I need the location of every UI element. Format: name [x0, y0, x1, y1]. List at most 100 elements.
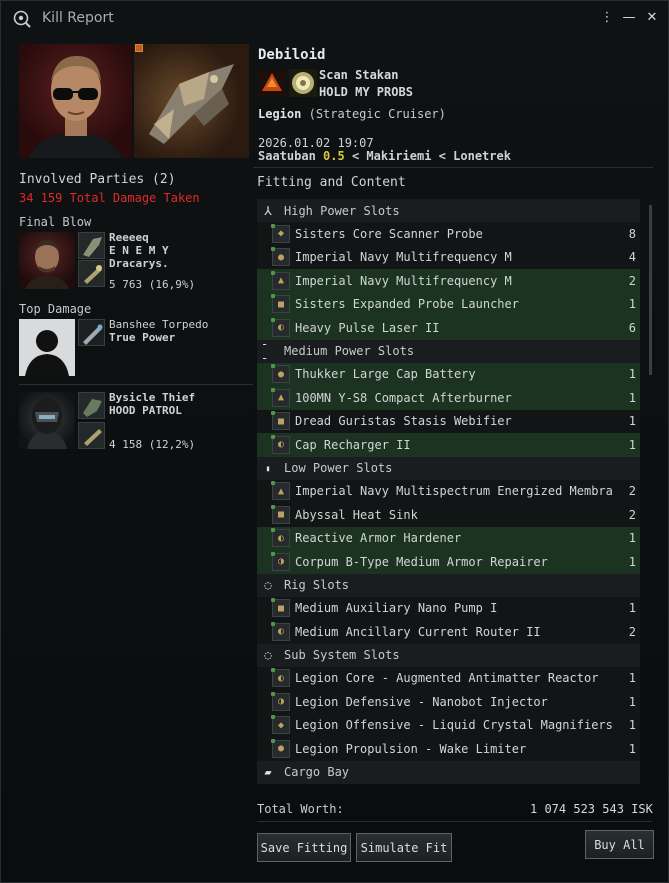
item-quantity: 1	[628, 437, 636, 452]
slot-section-header[interactable]: ◌ Rig Slots	[257, 573, 640, 597]
fitting-item-row[interactable]: ◐ Medium Ancillary Current Router II 2	[257, 620, 640, 644]
victim-name[interactable]: Debiloid	[258, 47, 325, 63]
ship-name[interactable]: Legion	[258, 107, 301, 121]
kill-datetime: 2026.01.02 19:07	[258, 136, 374, 150]
item-type-icon[interactable]: ■	[271, 411, 290, 431]
victim-ship-render[interactable]	[134, 44, 249, 158]
item-quantity: 1	[628, 694, 636, 709]
item-type-icon[interactable]: ▲	[271, 481, 290, 501]
fitting-item-row[interactable]: ◆ Sisters Core Scanner Probe 8	[257, 222, 640, 246]
item-name: Sisters Core Scanner Probe	[295, 226, 483, 241]
final-blow-label: Final Blow	[19, 215, 92, 229]
region-name[interactable]: Lonetrek	[453, 149, 511, 163]
final-blow-ship-icon[interactable]	[78, 232, 105, 259]
kill-location[interactable]: Saatuban 0.5 < Makiriemi < Lonetrek	[258, 149, 511, 163]
loc-separator: <	[438, 149, 446, 163]
item-type-icon[interactable]: ●	[271, 247, 290, 267]
fitting-item-row[interactable]: ● Imperial Navy Multifrequency M 4	[257, 245, 640, 269]
fitting-item-row[interactable]: ◐ Reactive Armor Hardener 1	[257, 526, 640, 550]
constellation-name[interactable]: Makiriemi	[366, 149, 431, 163]
item-type-icon[interactable]: ◐	[271, 668, 290, 688]
item-quantity: 8	[628, 226, 636, 241]
fitting-item-row[interactable]: ▲ Imperial Navy Multispectrum Energized M…	[257, 479, 640, 503]
victim-portrait[interactable]	[19, 44, 132, 158]
fitting-item-row[interactable]: ◐ Legion Core - Augmented Antimatter Reac…	[257, 666, 640, 690]
fitting-item-row[interactable]: ● Legion Propulsion - Wake Limiter 1	[257, 737, 640, 761]
item-type-icon[interactable]: ◐	[271, 434, 290, 454]
simulate-fit-button[interactable]: Simulate Fit	[356, 833, 452, 862]
attacker-weapon-icon[interactable]	[78, 422, 105, 449]
item-type-icon[interactable]: ◐	[271, 317, 290, 337]
fitting-item-row[interactable]: ■ Abyssal Heat Sink 2	[257, 503, 640, 527]
item-type-icon[interactable]: ▲	[271, 387, 290, 407]
final-blow-alliance[interactable]: Dracarys.	[109, 257, 169, 270]
item-type-icon[interactable]: ◐	[271, 528, 290, 548]
victim-alliance[interactable]: HOLD MY PROBS	[319, 85, 413, 99]
item-type-icon[interactable]: ◑	[271, 551, 290, 571]
item-name: Reactive Armor Hardener	[295, 531, 462, 546]
slot-section-header[interactable]: ▰ Cargo Bay	[257, 760, 640, 784]
attacker-corp[interactable]: HOOD PATROL	[109, 404, 182, 417]
fitting-scrollbar[interactable]	[649, 205, 652, 375]
item-type-icon[interactable]: ▲	[271, 270, 290, 290]
item-quantity: 1	[628, 390, 636, 405]
item-type-icon[interactable]: ●	[271, 364, 290, 384]
slot-section-header[interactable]: -- Medium Power Slots	[257, 337, 640, 365]
item-name: Heavy Pulse Laser II	[295, 320, 440, 335]
final-blow-weapon-icon[interactable]	[78, 260, 105, 287]
attacker-info[interactable]: Bysicle Thief HOOD PATROL	[109, 391, 195, 417]
item-type-icon[interactable]: ◐	[271, 621, 290, 641]
close-icon[interactable]: ✕	[644, 10, 660, 26]
item-type-icon[interactable]: ■	[271, 504, 290, 524]
fitting-item-row[interactable]: ◆ Legion Offensive - Liquid Crystal Magni…	[257, 713, 640, 737]
fitting-item-row[interactable]: ■ Sisters Expanded Probe Launcher 1	[257, 292, 640, 316]
top-damage-portrait[interactable]	[19, 319, 75, 376]
item-type-icon[interactable]: ◆	[271, 223, 290, 243]
total-worth-label: Total Worth:	[257, 802, 344, 816]
victim-ship[interactable]: Legion (Strategic Cruiser)	[258, 107, 446, 121]
menu-icon[interactable]: ⋮	[599, 10, 615, 26]
attacker-ship-icon[interactable]	[78, 392, 105, 419]
final-blow-corp[interactable]: E N E M Y	[109, 244, 169, 257]
save-fitting-button[interactable]: Save Fitting	[257, 833, 351, 862]
minimize-icon[interactable]: —	[621, 10, 637, 26]
system-name[interactable]: Saatuban	[258, 149, 316, 163]
fitting-item-row[interactable]: ◑ Legion Defensive - Nanobot Injector 1	[257, 690, 640, 714]
attacker-portrait[interactable]	[19, 392, 75, 449]
slot-section-header[interactable]: ◌ Sub System Slots	[257, 643, 640, 667]
top-damage-info[interactable]: Banshee Torpedo True Power	[109, 318, 208, 344]
final-blow-damage: 5 763 (16,9%)	[109, 278, 196, 291]
fitting-item-row[interactable]: ◐ Cap Recharger II 1	[257, 433, 640, 457]
fitting-item-row[interactable]: ● Thukker Large Cap Battery 1	[257, 362, 640, 386]
final-blow-portrait[interactable]	[19, 232, 75, 289]
slot-section-header[interactable]: ▮ Low Power Slots	[257, 456, 640, 480]
final-blow-name[interactable]: Reeeeq	[109, 231, 149, 244]
item-type-icon[interactable]: ◆	[271, 715, 290, 735]
item-name: Thukker Large Cap Battery	[295, 367, 476, 382]
top-damage-corp[interactable]: True Power	[109, 331, 175, 344]
item-type-icon[interactable]: ■	[271, 294, 290, 314]
fitting-item-row[interactable]: ▲ Imperial Navy Multifrequency M 2	[257, 269, 640, 293]
fitting-item-row[interactable]: ◑ Corpum B-Type Medium Armor Repairer 1	[257, 550, 640, 574]
buy-all-button[interactable]: Buy All	[585, 830, 654, 859]
fitting-list[interactable]: ⅄ High Power Slots ◆ Sisters Core Scanner P…	[257, 199, 640, 786]
attacker-name[interactable]: Bysicle Thief	[109, 391, 195, 404]
subsystem-slot-icon: ◌	[264, 648, 272, 662]
final-blow-info[interactable]: Reeeeq E N E M Y Dracarys.	[109, 231, 169, 270]
item-type-icon[interactable]: ◑	[271, 691, 290, 711]
fitting-item-row[interactable]: ▲ 100MN Y-S8 Compact Afterburner 1	[257, 386, 640, 410]
item-quantity: 2	[628, 273, 636, 288]
alliance-logo-icon[interactable]	[289, 69, 317, 97]
item-type-icon[interactable]: ●	[271, 738, 290, 758]
slot-section-header[interactable]: ⅄ High Power Slots	[257, 199, 640, 222]
top-damage-name[interactable]: Banshee Torpedo	[109, 318, 208, 331]
fitting-item-row[interactable]: ◐ Heavy Pulse Laser II 6	[257, 316, 640, 340]
top-damage-weapon-icon[interactable]	[78, 319, 105, 346]
item-type-icon[interactable]: ■	[271, 598, 290, 618]
title-bar[interactable]: Kill Report ⋮ — ✕	[1, 1, 668, 37]
fitting-item-row[interactable]: ■ Dread Guristas Stasis Webifier 1	[257, 409, 640, 433]
fitting-item-row[interactable]: ■ Medium Auxiliary Nano Pump I 1	[257, 596, 640, 620]
victim-corp[interactable]: Scan Stakan	[319, 68, 398, 82]
item-quantity: 2	[628, 624, 636, 639]
corp-logo-icon[interactable]	[258, 69, 286, 97]
